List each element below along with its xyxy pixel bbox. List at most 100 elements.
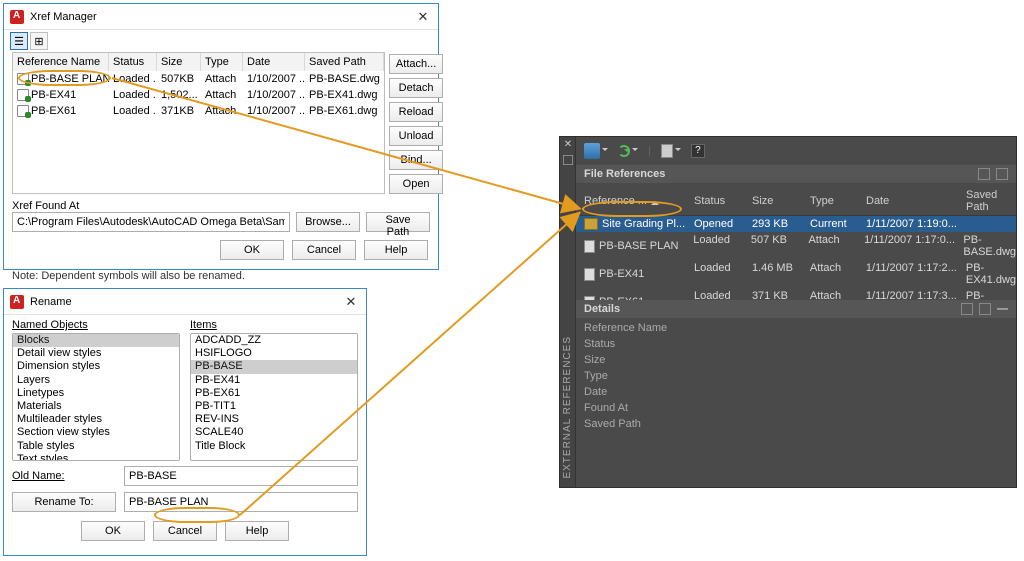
collapse-icon[interactable]: — — [997, 303, 1008, 315]
cell-name: PB-EX41 — [31, 89, 76, 101]
browse-button[interactable]: Browse... — [296, 212, 360, 232]
cell-status: Loaded ... — [109, 71, 157, 87]
list-view-button[interactable]: ☰ — [10, 32, 28, 50]
pin-icon[interactable] — [563, 155, 573, 165]
detail-key: Saved Path — [584, 418, 694, 430]
ok-button[interactable]: OK — [220, 240, 284, 260]
ok-button[interactable]: OK — [81, 521, 145, 541]
close-icon[interactable]: ✕ — [414, 9, 432, 25]
dwg-current-icon — [584, 218, 598, 230]
xref-toolbar: ☰ ⊞ — [4, 30, 438, 52]
file-references-grid-header[interactable]: Reference ... Status Size Type Date Save… — [576, 187, 1016, 216]
refresh-icon — [618, 145, 630, 157]
details-header: Details — — [576, 300, 1016, 318]
found-at-label: Xref Found At — [12, 200, 430, 212]
file-references-header: File References — [576, 165, 1016, 183]
cell-name: PB-EX61 — [31, 105, 76, 117]
chevron-down-icon — [632, 148, 638, 154]
app-icon — [10, 10, 24, 24]
panel-vertical-label: EXTERNAL REFERENCES — [562, 336, 573, 479]
xref-icon — [17, 73, 29, 85]
external-references-panel: ✕ EXTERNAL REFERENCES | ? File Reference… — [559, 136, 1017, 488]
found-at-field[interactable] — [12, 212, 290, 232]
attach-button[interactable]: Attach... — [389, 54, 443, 74]
unload-button[interactable]: Unload — [389, 126, 443, 146]
preview-icon[interactable] — [979, 303, 991, 315]
xref-titlebar[interactable]: Xref Manager ✕ — [4, 4, 438, 30]
sheet-dropdown[interactable] — [661, 144, 681, 158]
table-row[interactable]: PB-BASE PLAN Loaded ... 507KB Attach 1/1… — [13, 71, 384, 87]
detail-key: Size — [584, 354, 694, 366]
xref-grid[interactable]: Reference Name Status Size Type Date Sav… — [12, 52, 385, 194]
dwg-icon — [584, 268, 595, 281]
refresh-dropdown[interactable] — [618, 145, 638, 157]
cancel-button[interactable]: Cancel — [153, 521, 217, 541]
cell-date: 1/10/2007 ... — [243, 71, 305, 87]
rename-to-button[interactable]: Rename To: — [12, 492, 116, 512]
named-objects-label: Named Objects — [12, 319, 180, 331]
table-row[interactable]: Site Grading Pl... Opened 293 KB Current… — [576, 216, 1016, 232]
details-view-icon[interactable] — [961, 303, 973, 315]
table-row[interactable]: PB-EX41 Loaded 1.46 MB Attach 1/11/2007 … — [576, 260, 1016, 288]
save-path-button[interactable]: Save Path — [366, 212, 430, 232]
items-label: Items — [190, 319, 358, 331]
col-status[interactable]: Status — [109, 53, 157, 71]
attach-dropdown[interactable] — [584, 143, 608, 159]
col-type[interactable]: Type — [201, 53, 243, 71]
col-reference-name[interactable]: Reference Name — [13, 53, 109, 71]
rename-to-field[interactable] — [124, 492, 358, 512]
named-objects-list[interactable]: BlocksDetail view stylesDimension styles… — [12, 333, 180, 461]
chevron-down-icon — [602, 148, 608, 154]
sheet-icon — [661, 144, 673, 158]
attach-icon — [584, 143, 600, 159]
cancel-button[interactable]: Cancel — [292, 240, 356, 260]
table-row[interactable]: PB-EX41 Loaded ... 1,502... Attach 1/10/… — [13, 87, 384, 103]
rename-note: Note: Dependent symbols will also be ren… — [4, 266, 438, 286]
panel-edge[interactable]: ✕ EXTERNAL REFERENCES — [560, 137, 576, 487]
dwg-icon — [584, 240, 595, 253]
rename-titlebar[interactable]: Rename ✕ — [4, 289, 366, 315]
help-icon[interactable]: ? — [691, 144, 705, 158]
table-row[interactable]: PB-BASE PLAN Loaded 507 KB Attach 1/11/2… — [576, 232, 1016, 260]
cell-size: 507KB — [157, 71, 201, 87]
xref-action-buttons: Attach... Detach Reload Unload Bind... O… — [389, 52, 451, 194]
detail-key: Reference Name — [584, 322, 694, 334]
app-icon — [10, 295, 24, 309]
help-button[interactable]: Help — [364, 240, 428, 260]
col-saved-path[interactable]: Saved Path — [305, 53, 384, 71]
detail-key: Date — [584, 386, 694, 398]
help-button[interactable]: Help — [225, 521, 289, 541]
reload-button[interactable]: Reload — [389, 102, 443, 122]
old-name-label: Old Name: — [12, 470, 116, 482]
xref-grid-header[interactable]: Reference Name Status Size Type Date Sav… — [13, 53, 384, 71]
close-icon[interactable]: ✕ — [562, 139, 574, 151]
detail-key: Status — [584, 338, 694, 350]
xref-icon — [17, 105, 29, 117]
xref-title-text: Xref Manager — [30, 11, 414, 23]
open-button[interactable]: Open — [389, 174, 443, 194]
details-body: Reference Name Status Size Type Date Fou… — [576, 318, 1016, 434]
tree-view-button[interactable]: ⊞ — [30, 32, 48, 50]
rename-title-text: Rename — [30, 296, 342, 308]
cell-name: PB-BASE PLAN — [31, 73, 109, 85]
detail-key: Found At — [584, 402, 694, 414]
bind-button[interactable]: Bind... — [389, 150, 443, 170]
sort-asc-icon — [651, 197, 659, 205]
col-date[interactable]: Date — [243, 53, 305, 71]
panel-toolbar: | ? — [576, 137, 1016, 165]
items-list[interactable]: ADCADD_ZZHSIFLOGOPB-BASEPB-EX41PB-EX61PB… — [190, 333, 358, 461]
xref-icon — [17, 89, 29, 101]
col-size[interactable]: Size — [157, 53, 201, 71]
rename-dialog: Rename ✕ Named Objects BlocksDetail view… — [3, 288, 367, 556]
cell-path: PB-BASE.dwg — [305, 71, 384, 87]
detail-key: Type — [584, 370, 694, 382]
table-row[interactable]: PB-EX61 Loaded ... 371KB Attach 1/10/200… — [13, 103, 384, 119]
cell-type: Attach — [201, 71, 243, 87]
close-icon[interactable]: ✕ — [342, 294, 360, 310]
old-name-field[interactable] — [124, 466, 358, 486]
list-view-icon[interactable] — [978, 168, 990, 180]
xref-manager-dialog: Xref Manager ✕ ☰ ⊞ Reference Name Status… — [3, 3, 439, 270]
tree-view-icon[interactable] — [996, 168, 1008, 180]
detach-button[interactable]: Detach — [389, 78, 443, 98]
chevron-down-icon — [675, 148, 681, 154]
